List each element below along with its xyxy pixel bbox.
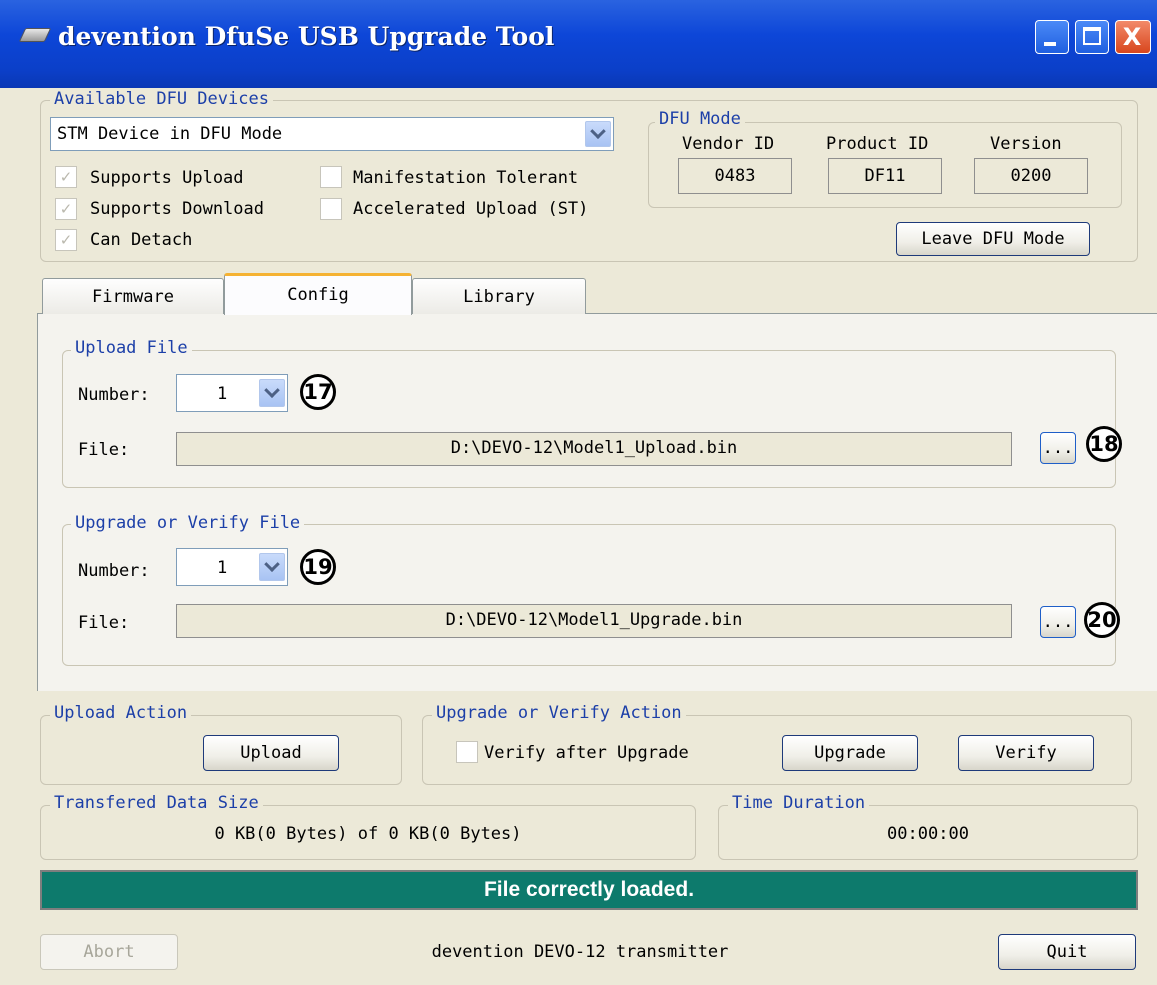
upload-file-label: File: — [78, 440, 130, 460]
vendor-id-label: Vendor ID — [682, 134, 775, 154]
minimize-button[interactable] — [1035, 20, 1069, 54]
chevron-down-icon — [264, 556, 280, 573]
vendor-id-value: 0483 — [678, 158, 792, 194]
verify-after-upgrade-checkbox[interactable] — [456, 741, 478, 763]
transfer-size-value: 0 KB(0 Bytes) of 0 KB(0 Bytes) — [214, 824, 522, 844]
product-id-label: Product ID — [826, 134, 929, 154]
supports-download-checkbox: ✓ — [55, 198, 77, 220]
manifestation-tolerant-checkbox — [320, 166, 342, 188]
upgrade-file-legend: Upgrade or Verify File — [71, 513, 305, 533]
version-value: 0200 — [974, 158, 1088, 194]
manifestation-tolerant-label: Manifestation Tolerant — [353, 168, 579, 188]
time-duration-legend: Time Duration — [728, 793, 870, 813]
can-detach-label: Can Detach — [90, 230, 193, 250]
tab-library[interactable]: Library — [412, 278, 586, 314]
marker-17: 17 — [300, 374, 336, 410]
upgrade-file-path: D:\DEVO-12\Model1_Upgrade.bin — [176, 604, 1012, 638]
marker-20: 20 — [1084, 602, 1120, 638]
upload-file-legend: Upload File — [71, 338, 192, 358]
window-title: devention DfuSe USB Upgrade Tool — [58, 22, 555, 51]
upload-action-legend: Upload Action — [50, 703, 192, 723]
upgrade-number-select[interactable]: 1 — [176, 548, 288, 586]
marker-19: 19 — [300, 549, 336, 585]
app-icon — [18, 28, 52, 42]
chevron-down-icon — [264, 382, 280, 399]
upgrade-browse-button[interactable]: ... — [1040, 606, 1076, 638]
upgrade-action-legend: Upgrade or Verify Action — [432, 703, 686, 723]
upload-file-path: D:\DEVO-12\Model1_Upload.bin — [176, 432, 1012, 466]
status-message: File correctly loaded. — [40, 870, 1138, 910]
supports-download-label: Supports Download — [90, 199, 264, 219]
upload-number-value: 1 — [217, 384, 228, 404]
upgrade-file-label: File: — [78, 613, 130, 633]
supports-upload-checkbox: ✓ — [55, 166, 77, 188]
transfer-size-legend: Transfered Data Size — [50, 793, 263, 813]
minimize-icon — [1044, 42, 1056, 46]
upgrade-button[interactable]: Upgrade — [782, 735, 918, 771]
accelerated-upload-checkbox — [320, 198, 342, 220]
device-select-arrow[interactable] — [585, 121, 611, 147]
leave-dfu-mode-button[interactable]: Leave DFU Mode — [896, 222, 1090, 256]
close-icon: X — [1122, 23, 1142, 51]
upload-number-label: Number: — [78, 385, 150, 405]
upload-browse-button[interactable]: ... — [1040, 432, 1076, 464]
tab-config[interactable]: Config — [224, 273, 412, 315]
chevron-down-icon — [590, 123, 606, 140]
verify-after-upgrade-label: Verify after Upgrade — [484, 743, 689, 763]
maximize-button[interactable] — [1075, 20, 1109, 54]
upgrade-file-group — [62, 524, 1116, 666]
abort-button[interactable]: Abort — [40, 934, 178, 970]
upgrade-number-label: Number: — [78, 561, 150, 581]
upload-number-select[interactable]: 1 — [176, 374, 288, 412]
available-devices-legend: Available DFU Devices — [50, 89, 273, 109]
can-detach-checkbox: ✓ — [55, 229, 77, 251]
product-id-value: DF11 — [828, 158, 942, 194]
quit-button[interactable]: Quit — [998, 934, 1136, 970]
version-label: Version — [990, 134, 1062, 154]
title-bar[interactable]: devention DfuSe USB Upgrade Tool X — [0, 0, 1157, 88]
verify-button[interactable]: Verify — [958, 735, 1094, 771]
tab-firmware[interactable]: Firmware — [42, 278, 224, 314]
upload-number-arrow[interactable] — [259, 379, 285, 407]
accelerated-upload-label: Accelerated Upload (ST) — [353, 199, 589, 219]
upgrade-number-value: 1 — [217, 558, 228, 578]
upgrade-number-arrow[interactable] — [259, 553, 285, 581]
time-duration-value: 00:00:00 — [887, 824, 969, 844]
device-select-value: STM Device in DFU Mode — [57, 124, 283, 144]
dfu-mode-legend: DFU Mode — [655, 109, 745, 129]
upload-button[interactable]: Upload — [203, 735, 339, 771]
supports-upload-label: Supports Upload — [90, 168, 244, 188]
maximize-icon — [1083, 27, 1101, 45]
upload-file-group — [62, 350, 1116, 488]
close-button[interactable]: X — [1115, 20, 1151, 54]
device-select[interactable]: STM Device in DFU Mode — [50, 117, 614, 151]
device-name-text: devention DEVO-12 transmitter — [431, 942, 729, 962]
marker-18: 18 — [1086, 426, 1122, 462]
